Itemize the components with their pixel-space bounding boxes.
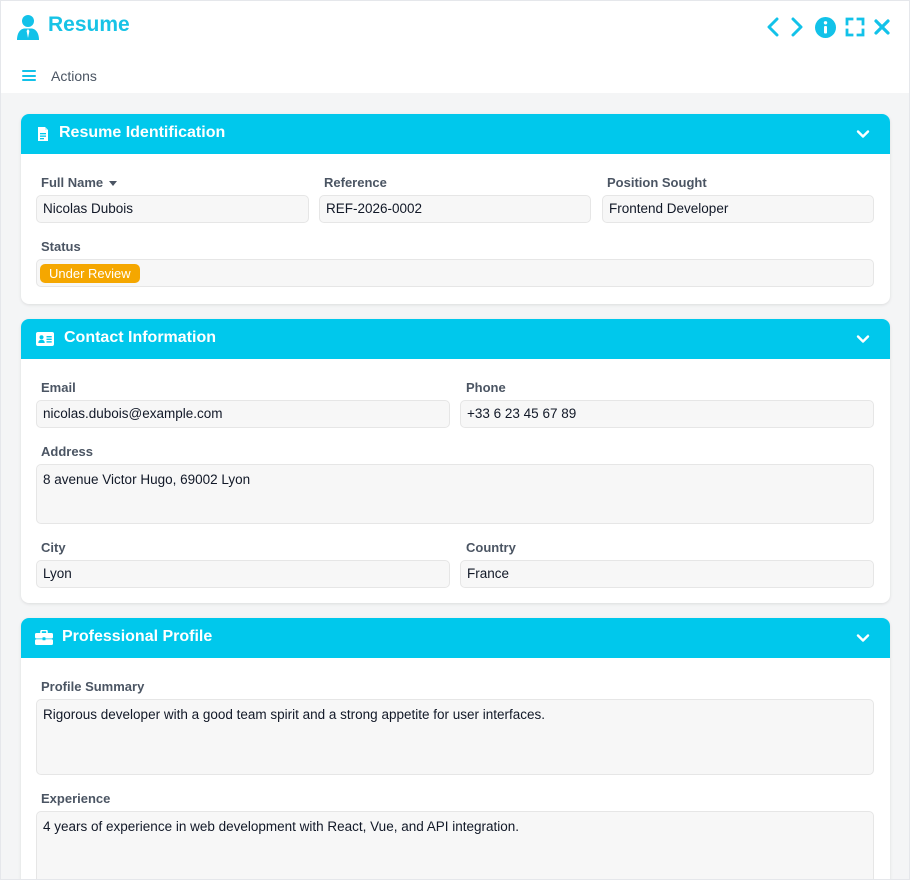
close-button[interactable] [872,15,892,39]
full-name-field[interactable]: Nicolas Dubois [36,195,309,223]
briefcase-icon [35,630,53,645]
city-label: City [41,540,66,555]
form-content[interactable]: Resume Identification Full Name Nicolas … [1,93,909,879]
section-title: Resume Identification [59,124,226,141]
section-title: Professional Profile [62,628,213,645]
actions-bar: Actions [1,59,909,91]
status-badge: Under Review [40,264,140,283]
country-field[interactable]: France [460,560,874,588]
section-title: Contact Information [64,329,216,346]
phone-field[interactable]: +33 6 23 45 67 89 [460,400,874,428]
reference-label: Reference [324,175,387,190]
address-label: Address [41,444,94,459]
title-bar: Resume [1,1,909,53]
section-header-contact[interactable]: Contact Information [21,319,890,359]
window-title: Resume [48,13,130,36]
id-card-icon [36,332,54,346]
section-header-identification[interactable]: Resume Identification [21,114,890,154]
section-professional-profile: Professional Profile Profile Summary Rig… [21,618,890,879]
experience-field[interactable]: 4 years of experience in web development… [36,811,874,879]
menu-icon[interactable] [22,70,36,81]
position-sought-label: Position Sought [607,175,707,190]
phone-label: Phone [466,380,506,395]
chevron-right-icon [791,17,803,37]
resume-window: Resume Actions Resume Identification Ful… [0,0,910,880]
email-field[interactable]: nicolas.dubois@example.com [36,400,450,428]
position-sought-field[interactable]: Frontend Developer [602,195,874,223]
previous-button[interactable] [765,15,781,39]
fullscreen-button[interactable] [844,15,866,39]
city-field[interactable]: Lyon [36,560,450,588]
status-field[interactable]: Under Review [36,259,874,287]
fullscreen-icon [845,17,865,37]
document-icon [38,127,48,141]
info-icon [814,16,836,38]
email-label: Email [41,380,76,395]
info-button[interactable] [814,15,836,39]
reference-field[interactable]: REF-2026-0002 [319,195,591,223]
close-icon [874,19,890,35]
country-label: Country [466,540,516,555]
chevron-left-icon [767,17,779,37]
experience-label: Experience [41,791,111,806]
full-name-label: Full Name [41,175,118,190]
address-field[interactable]: 8 avenue Victor Hugo, 69002 Lyon [36,464,874,524]
profile-summary-field[interactable]: Rigorous developer with a good team spir… [36,699,874,775]
caret-down-icon[interactable] [109,181,118,187]
chevron-down-icon [856,335,870,343]
user-icon [17,15,39,40]
profile-summary-label: Profile Summary [41,679,145,694]
status-label: Status [41,239,81,254]
section-contact-information: Contact Information Email nicolas.dubois… [21,319,890,603]
section-header-profile[interactable]: Professional Profile [21,618,890,658]
actions-menu[interactable]: Actions [51,68,97,84]
section-resume-identification: Resume Identification Full Name Nicolas … [21,114,890,304]
chevron-down-icon [856,634,870,642]
next-button[interactable] [789,15,805,39]
chevron-down-icon [856,130,870,138]
